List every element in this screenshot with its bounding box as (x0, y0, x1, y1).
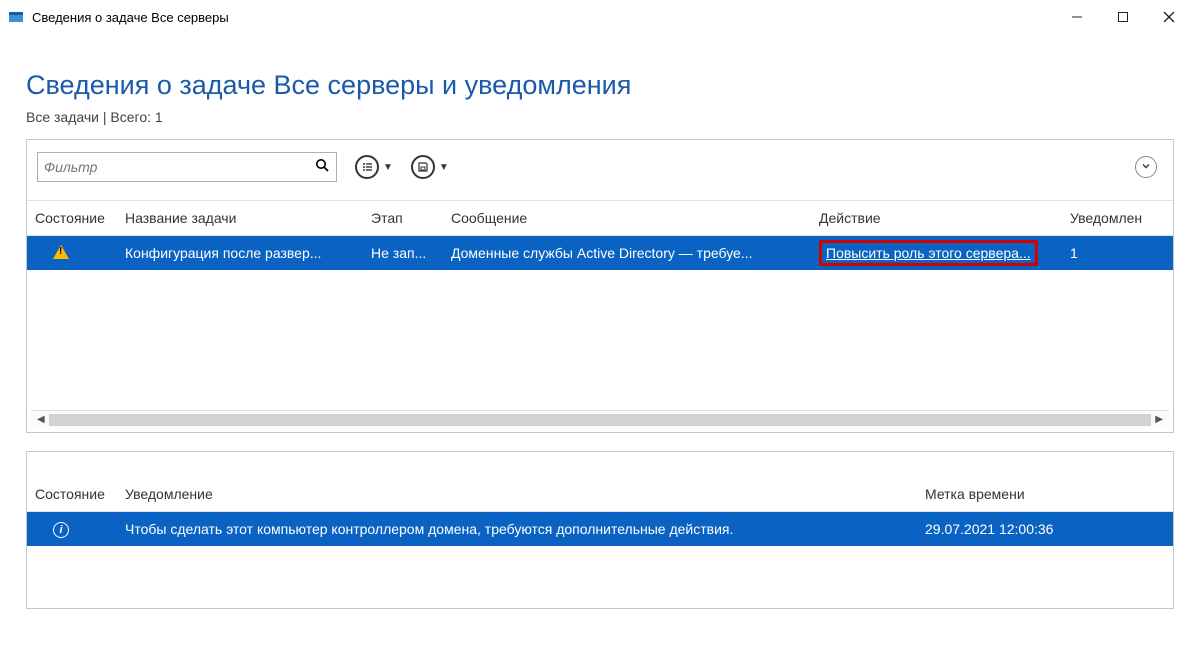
page-subtitle: Все задачи | Всего: 1 (26, 109, 1174, 125)
promote-server-link[interactable]: Повысить роль этого сервера... (819, 240, 1038, 266)
toolbar: ▼ ▼ (27, 140, 1173, 186)
minimize-button[interactable] (1054, 2, 1100, 32)
tasks-panel: ▼ ▼ Состояние Название задачи Этап Сообщ… (26, 139, 1174, 433)
page-title: Сведения о задаче Все серверы и уведомле… (26, 70, 1174, 101)
col-message[interactable]: Сообщение (443, 210, 811, 226)
filter-field[interactable] (37, 152, 337, 182)
tasks-column-headers: Состояние Название задачи Этап Сообщение… (27, 200, 1173, 236)
col-state[interactable]: Состояние (27, 210, 117, 226)
col-timestamp[interactable]: Метка времени (917, 486, 1157, 502)
search-icon[interactable] (315, 158, 330, 177)
save-icon (411, 155, 435, 179)
maximize-button[interactable] (1100, 2, 1146, 32)
task-name-cell: Конфигурация после развер... (117, 245, 363, 261)
expand-button[interactable] (1135, 156, 1157, 178)
scroll-track[interactable] (49, 414, 1152, 426)
warning-icon (53, 245, 69, 259)
col-state[interactable]: Состояние (27, 486, 117, 502)
window-title: Сведения о задаче Все серверы (32, 10, 229, 25)
task-notif-count-cell: 1 (1062, 245, 1162, 261)
col-notifications[interactable]: Уведомлен (1062, 210, 1162, 226)
chevron-down-icon (1141, 160, 1151, 174)
task-stage-cell: Не зап... (363, 245, 443, 261)
col-task-name[interactable]: Название задачи (117, 210, 363, 226)
titlebar: Сведения о задаче Все серверы (0, 0, 1200, 34)
window-controls (1054, 2, 1192, 32)
close-button[interactable] (1146, 2, 1192, 32)
notifications-column-headers: Состояние Уведомление Метка времени (27, 476, 1173, 512)
notification-timestamp-cell: 29.07.2021 12:00:36 (917, 521, 1157, 537)
notifications-panel: Состояние Уведомление Метка времени i Чт… (26, 451, 1174, 609)
list-icon (355, 155, 379, 179)
task-message-cell: Доменные службы Active Directory — требу… (443, 245, 811, 261)
notification-row[interactable]: i Чтобы сделать этот компьютер контролле… (27, 512, 1173, 546)
col-notification[interactable]: Уведомление (117, 486, 917, 502)
col-stage[interactable]: Этап (363, 210, 443, 226)
task-row[interactable]: Конфигурация после развер... Не зап... Д… (27, 236, 1173, 270)
save-options-button[interactable]: ▼ (411, 155, 449, 179)
chevron-down-icon: ▼ (383, 162, 393, 173)
chevron-down-icon: ▼ (439, 162, 449, 173)
info-icon: i (53, 522, 69, 538)
col-action[interactable]: Действие (811, 210, 1062, 226)
notification-text-cell: Чтобы сделать этот компьютер контроллеро… (117, 521, 917, 537)
horizontal-scrollbar[interactable]: ◀ ▶ (31, 410, 1169, 428)
app-icon (8, 9, 24, 25)
scroll-left-icon[interactable]: ◀ (37, 414, 45, 425)
filter-input[interactable] (44, 159, 315, 175)
view-options-button[interactable]: ▼ (355, 155, 393, 179)
scroll-right-icon[interactable]: ▶ (1155, 414, 1163, 425)
